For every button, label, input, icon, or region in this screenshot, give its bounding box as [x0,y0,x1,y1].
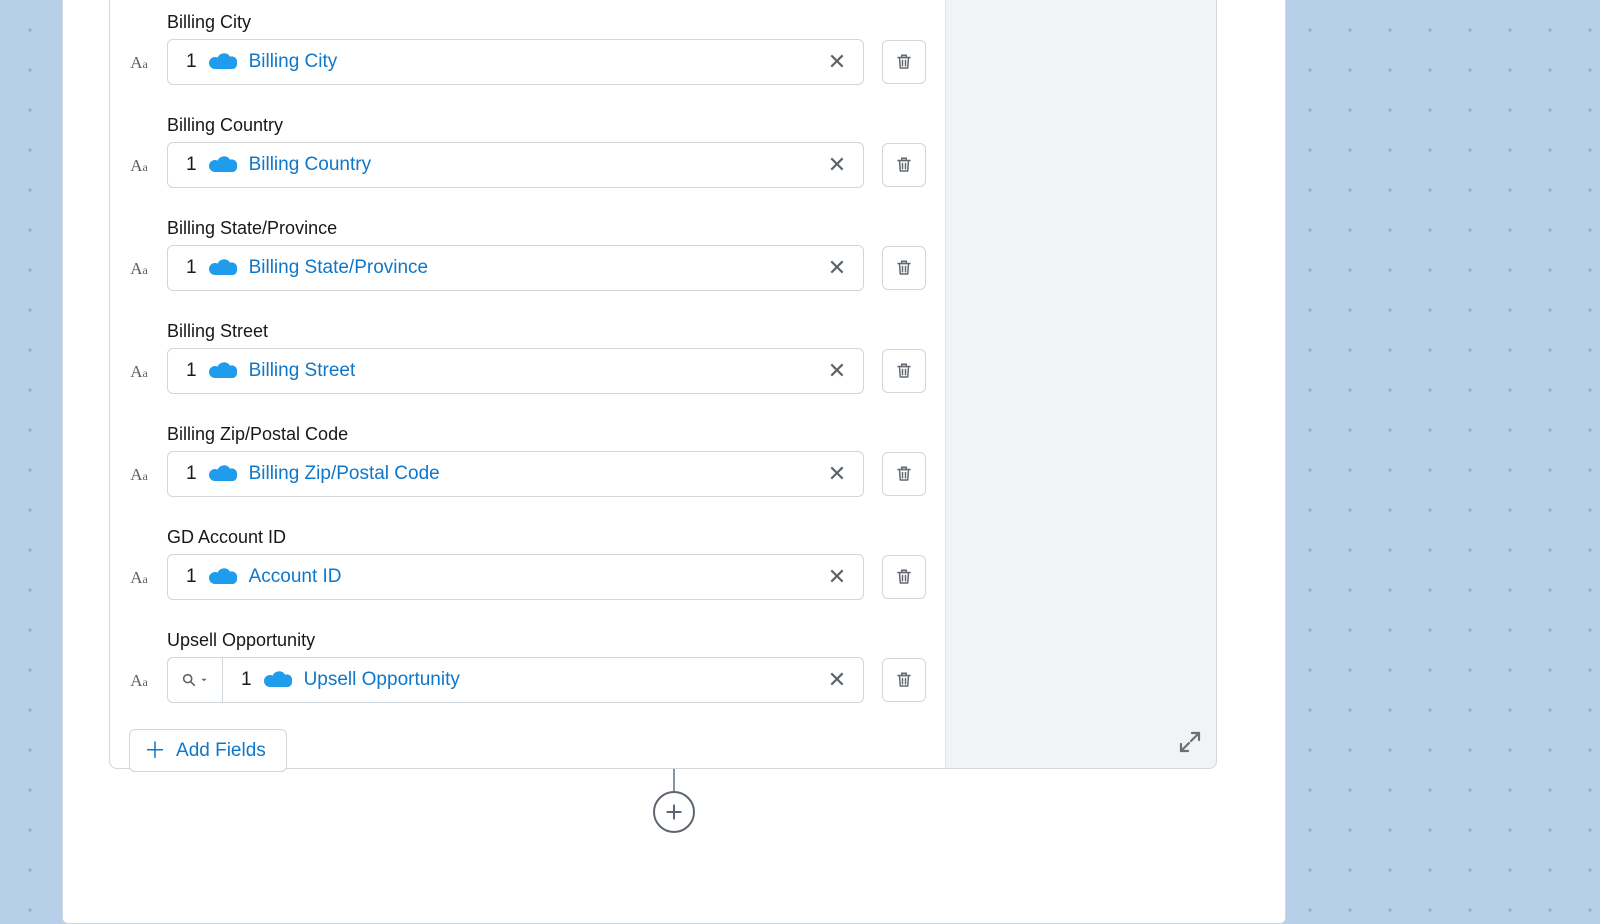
field-input-line: Aa 1 Account ID ✕ [129,554,926,600]
outer-panel: Billing CityAa1Billing City✕Billing Coun… [62,0,1286,924]
field-label: Billing City [167,12,926,39]
clear-icon[interactable]: ✕ [823,49,851,75]
field-label: GD Account ID [167,527,926,554]
add-node-button[interactable] [653,791,695,833]
field-row: Billing Country Aa 1 Billing Country ✕ [129,115,926,188]
field-row: Upsell Opportunity Aa 1 Upsell Opportunity ✕ [129,630,926,703]
pill-index: 1 [186,154,197,176]
fields-list: Billing CityAa1Billing City✕Billing Coun… [110,0,945,768]
pill-value: Billing State/Province [249,257,813,279]
delete-row-button[interactable] [882,555,926,599]
field-row: Billing State/Province Aa 1 Billing State/P… [129,218,926,291]
field-value-pill[interactable]: 1 Upsell Opportunity ✕ [223,657,864,703]
side-panel [945,0,1216,768]
clear-icon[interactable]: ✕ [823,255,851,281]
field-value-pill[interactable]: 1 Billing City ✕ [167,39,864,85]
field-label: Billing Street [167,321,926,348]
field-label: Upsell Opportunity [167,630,926,657]
clear-icon[interactable]: ✕ [823,564,851,590]
field-value-pill[interactable]: 1 Billing State/Province ✕ [167,245,864,291]
salesforce-cloud-icon [207,463,239,485]
compound-input: 1 Upsell Opportunity ✕ [167,657,864,703]
field-input-line: Aa 1 Upsell Opportunity ✕ [129,657,926,703]
clear-icon[interactable]: ✕ [823,461,851,487]
expand-icon[interactable] [1178,730,1202,754]
clear-icon[interactable]: ✕ [823,358,851,384]
text-type-icon: Aa [129,671,149,689]
text-type-icon: Aa [129,53,149,71]
field-input-line: Aa 1 Billing Country ✕ [129,142,926,188]
pill-index: 1 [186,51,197,73]
delete-row-button[interactable] [882,658,926,702]
flow-connector [673,769,675,792]
delete-row-button[interactable] [882,452,926,496]
search-mode-dropdown[interactable] [167,657,223,703]
clear-icon[interactable]: ✕ [823,152,851,178]
field-row: Billing Zip/Postal Code Aa 1 Billing Zip/Po… [129,424,926,497]
pill-index: 1 [186,566,197,588]
salesforce-cloud-icon [207,566,239,588]
delete-row-button[interactable] [882,246,926,290]
add-fields-button[interactable]: ＋ Add Fields [129,729,287,772]
field-label: Billing Zip/Postal Code [167,424,926,451]
field-row: GD Account ID Aa 1 Account ID ✕ [129,527,926,600]
pill-value: Billing City [249,51,813,73]
text-type-icon: Aa [129,156,149,174]
pill-value: Billing Country [249,154,813,176]
add-fields-label: Add Fields [176,740,266,762]
pill-index: 1 [186,360,197,382]
field-value-pill[interactable]: 1 Billing Street ✕ [167,348,864,394]
field-label: Billing Country [167,115,926,142]
salesforce-cloud-icon [207,154,239,176]
salesforce-cloud-icon [207,51,239,73]
pill-value: Account ID [249,566,813,588]
text-type-icon: Aa [129,465,149,483]
delete-row-button[interactable] [882,40,926,84]
field-row: Billing Street Aa 1 Billing Street ✕ [129,321,926,394]
pill-index: 1 [186,463,197,485]
pill-index: 1 [186,257,197,279]
field-label: Billing State/Province [167,218,926,245]
salesforce-cloud-icon [262,669,294,691]
pill-value: Billing Street [249,360,813,382]
text-type-icon: Aa [129,568,149,586]
salesforce-cloud-icon [207,360,239,382]
field-value-pill[interactable]: 1 Account ID ✕ [167,554,864,600]
field-row: Billing City Aa 1 Billing City ✕ [129,12,926,85]
delete-row-button[interactable] [882,143,926,187]
field-mapping-card: Billing CityAa1Billing City✕Billing Coun… [109,0,1217,769]
text-type-icon: Aa [129,259,149,277]
field-value-pill[interactable]: 1 Billing Country ✕ [167,142,864,188]
text-type-icon: Aa [129,362,149,380]
pill-value: Billing Zip/Postal Code [249,463,813,485]
pill-index: 1 [241,669,252,691]
clear-icon[interactable]: ✕ [823,667,851,693]
salesforce-cloud-icon [207,257,239,279]
field-input-line: Aa 1 Billing City ✕ [129,39,926,85]
delete-row-button[interactable] [882,349,926,393]
plus-icon: ＋ [144,740,166,762]
field-input-line: Aa 1 Billing Zip/Postal Code ✕ [129,451,926,497]
pill-value: Upsell Opportunity [304,669,813,691]
field-value-pill[interactable]: 1 Billing Zip/Postal Code ✕ [167,451,864,497]
field-input-line: Aa 1 Billing Street ✕ [129,348,926,394]
field-input-line: Aa 1 Billing State/Province ✕ [129,245,926,291]
